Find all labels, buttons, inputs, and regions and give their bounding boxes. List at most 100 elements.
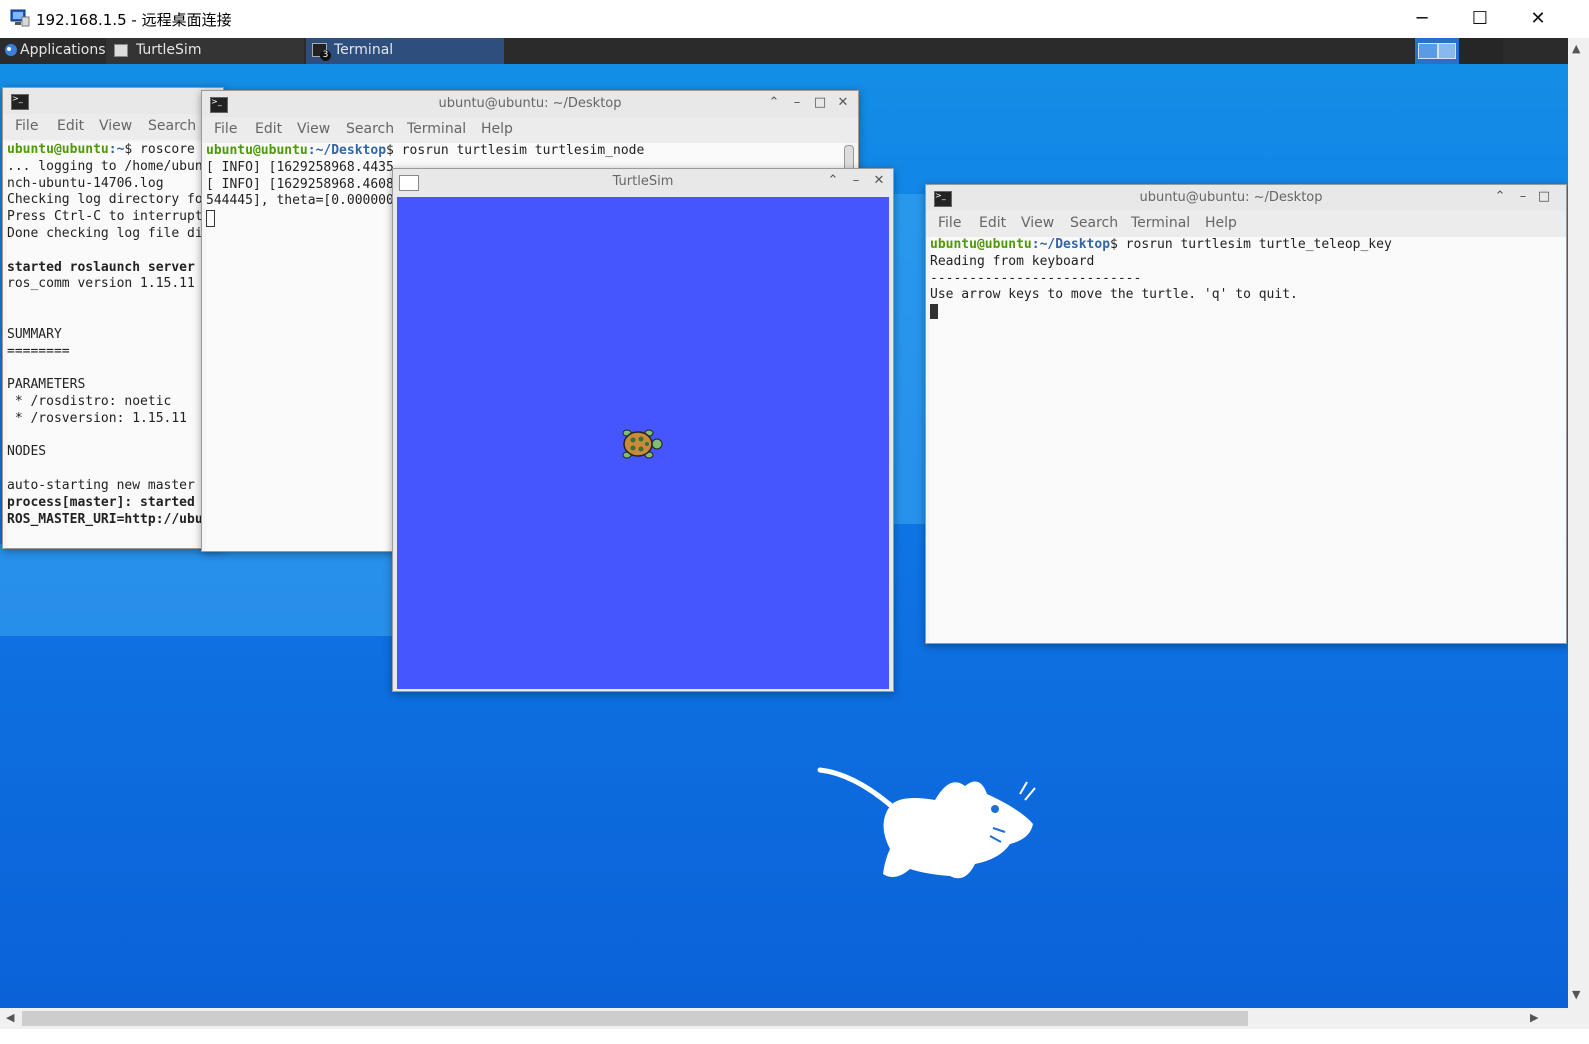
menu-bar: File Edit View Search Terminal Help xyxy=(202,117,858,143)
terminal-line: Done checking log file di xyxy=(7,225,203,241)
scroll-right-icon[interactable]: ▶ xyxy=(1530,1011,1538,1024)
menu-help[interactable]: Help xyxy=(1205,215,1237,231)
menu-edit[interactable]: Edit xyxy=(255,121,282,137)
wallpaper-shape xyxy=(890,194,930,524)
minimize-button[interactable]: – xyxy=(1515,189,1531,205)
menu-help[interactable]: Help xyxy=(481,121,513,137)
chevron-up-icon[interactable]: ⌃ xyxy=(1492,189,1508,205)
remote-desktop-icon xyxy=(10,9,30,27)
menu-file[interactable]: File xyxy=(15,118,38,134)
terminal-cursor xyxy=(206,210,215,228)
scrollbar-corner xyxy=(1568,1008,1589,1029)
menu-view[interactable]: View xyxy=(1021,215,1054,231)
menu-search[interactable]: Search xyxy=(1070,215,1118,231)
window-titlebar[interactable]: TurtleSim ⌃ – ✕ xyxy=(393,169,893,195)
turtlesim-window[interactable]: TurtleSim ⌃ – ✕ xyxy=(392,168,894,692)
terminal-line xyxy=(930,304,1566,321)
terminal-line: started roslaunch server xyxy=(7,259,195,275)
terminal-line: Press Ctrl-C to interrupt xyxy=(7,209,203,225)
terminal-output[interactable]: ubuntu@ubuntu:~/Desktop$ rosrun turtlesi… xyxy=(930,237,1566,643)
turtle-icon xyxy=(622,429,663,459)
workspace-switcher[interactable] xyxy=(1415,38,1459,64)
scroll-down-icon[interactable]: ▼ xyxy=(1572,988,1580,1001)
terminal-line: Use arrow keys to move the turtle. 'q' t… xyxy=(930,287,1298,303)
menu-file[interactable]: File xyxy=(938,215,961,231)
rdp-title: 192.168.1.5 - 远程桌面连接 xyxy=(36,11,232,29)
window-titlebar[interactable]: >_ ubuntu@ubuntu: ~/Desktop ⌃ – □ xyxy=(926,185,1566,211)
window-titlebar[interactable]: >_ xyxy=(3,88,223,114)
terminal-window-roscore[interactable]: >_ File Edit View Search ubuntu@ubuntu:~… xyxy=(2,87,224,549)
terminal-line: ROS_MASTER_URI=http://ubu xyxy=(7,511,203,527)
menu-view[interactable]: View xyxy=(99,118,132,134)
terminal-line: NODES xyxy=(7,444,47,460)
terminal-line: * /rosdistro: noetic xyxy=(7,393,172,409)
task-count-badge: 3 xyxy=(320,50,331,61)
chevron-up-icon[interactable]: ⌃ xyxy=(825,173,841,189)
terminal-line: ubuntu@ubuntu:~$ roscore xyxy=(7,142,195,157)
terminal-line: process[master]: started xyxy=(7,494,195,510)
minimize-button[interactable]: – xyxy=(789,95,805,111)
vertical-scrollbar[interactable]: ▲ ▼ xyxy=(1568,38,1589,1008)
terminal-line: --------------------------- xyxy=(930,270,1142,286)
turtlesim-canvas xyxy=(397,197,889,689)
applications-menu[interactable]: Applications xyxy=(20,38,106,64)
terminal-line: SUMMARY xyxy=(7,326,62,342)
menu-edit[interactable]: Edit xyxy=(979,215,1006,231)
menu-search[interactable]: Search xyxy=(346,121,394,137)
terminal-line: Reading from keyboard xyxy=(930,253,1095,269)
terminal-line: Checking log directory fo xyxy=(7,192,203,208)
terminal-line: ubuntu@ubuntu:~/Desktop$ rosrun turtlesi… xyxy=(930,237,1392,252)
minimize-button[interactable]: – xyxy=(848,173,864,189)
scroll-left-icon[interactable]: ◀ xyxy=(6,1011,14,1024)
maximize-button[interactable]: □ xyxy=(812,95,828,111)
menu-file[interactable]: File xyxy=(214,121,237,137)
terminal-output[interactable]: ubuntu@ubuntu:~$ roscore ... logging to … xyxy=(7,142,223,548)
window-bottom-edge xyxy=(0,1029,1589,1044)
window-icon xyxy=(114,44,128,57)
menu-bar: File Edit View Search Terminal Help xyxy=(926,211,1566,237)
terminal-line: ======== xyxy=(7,343,70,359)
xfce-panel: Applications TurtleSim 3 Terminal xyxy=(0,38,1568,64)
task-terminal[interactable]: 3 Terminal xyxy=(306,38,504,64)
terminal-line: ubuntu@ubuntu:~/Desktop$ rosrun turtlesi… xyxy=(206,143,645,158)
task-label: TurtleSim xyxy=(136,42,202,58)
maximize-button[interactable]: ☐ xyxy=(1460,6,1500,32)
menu-view[interactable]: View xyxy=(297,121,330,137)
close-button[interactable]: ✕ xyxy=(835,95,851,111)
terminal-line: auto-starting new master xyxy=(7,477,195,493)
minimize-button[interactable]: ─ xyxy=(1402,6,1442,32)
scrollbar-thumb[interactable] xyxy=(22,1011,1248,1026)
window-title: TurtleSim xyxy=(612,174,674,189)
xfce-mouse-icon xyxy=(817,767,1036,879)
workspace-2[interactable] xyxy=(1459,38,1503,64)
task-label: Terminal xyxy=(334,42,394,58)
maximize-button[interactable]: □ xyxy=(1536,189,1552,205)
menu-terminal[interactable]: Terminal xyxy=(1131,215,1190,231)
applications-menu-icon xyxy=(5,44,17,56)
terminal-line: ros_comm version 1.15.11 xyxy=(7,276,195,292)
menu-edit[interactable]: Edit xyxy=(57,118,84,134)
terminal-line: nch-ubuntu-14706.log xyxy=(7,175,164,191)
terminal-window-teleop[interactable]: >_ ubuntu@ubuntu: ~/Desktop ⌃ – □ File E… xyxy=(925,184,1567,644)
close-button[interactable]: ✕ xyxy=(1518,6,1558,32)
chevron-up-icon[interactable]: ⌃ xyxy=(766,95,782,111)
horizontal-scrollbar[interactable]: ◀ ▶ xyxy=(0,1008,1568,1029)
terminal-line: PARAMETERS xyxy=(7,377,86,393)
window-title: ubuntu@ubuntu: ~/Desktop xyxy=(1139,190,1323,205)
menu-search[interactable]: Search xyxy=(148,118,196,134)
window-titlebar[interactable]: >_ ubuntu@ubuntu: ~/Desktop ⌃ – □ ✕ xyxy=(202,91,858,117)
close-button[interactable]: ✕ xyxy=(871,173,887,189)
wallpaper-shape xyxy=(0,544,420,636)
scroll-up-icon[interactable]: ▲ xyxy=(1572,42,1580,55)
terminal-icon: >_ xyxy=(11,94,29,110)
task-turtlesim[interactable]: TurtleSim xyxy=(106,38,304,64)
rdp-title-bar: 192.168.1.5 - 远程桌面连接 ─ ☐ ✕ xyxy=(0,0,1589,38)
terminal-cursor xyxy=(930,304,938,320)
menu-terminal[interactable]: Terminal xyxy=(407,121,466,137)
